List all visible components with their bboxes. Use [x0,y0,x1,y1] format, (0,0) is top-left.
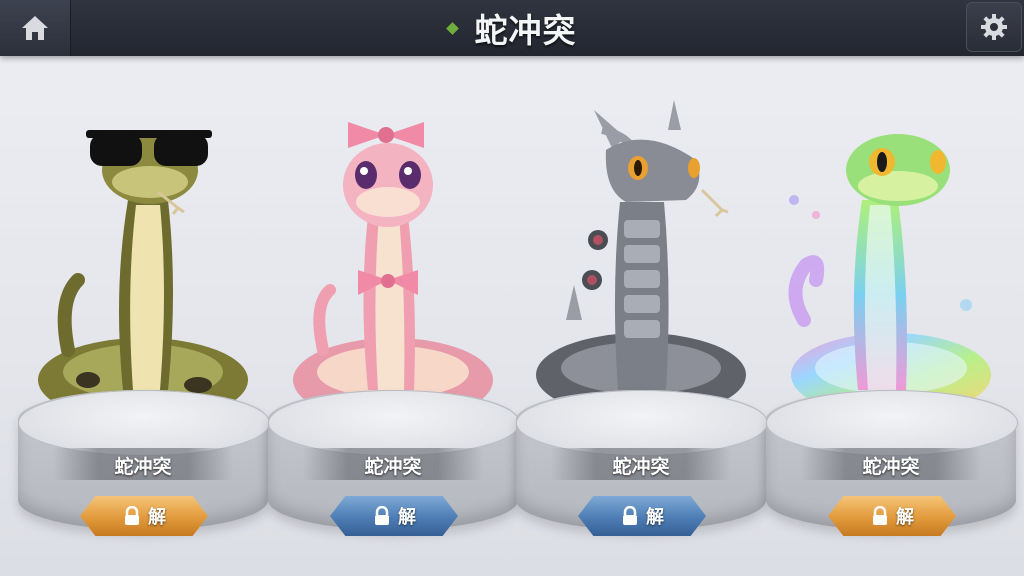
pedestal-top [766,390,1018,456]
snake-card-2[interactable]: 蛇冲突 解 [268,90,520,560]
snake-card-1[interactable]: 蛇冲突 解 [18,90,270,560]
lock-icon [873,506,887,525]
unlock-button[interactable]: 解 [80,496,208,536]
page-title: 蛇冲突 [474,11,577,50]
unlock-button-label: 解 [398,507,416,528]
unlock-button[interactable]: 解 [578,496,706,536]
top-bar: 蛇冲突 [0,0,1024,56]
lock-icon [623,506,637,525]
snake-name: 蛇冲突 [114,456,172,478]
lock-icon [125,506,139,525]
title-diamond-icon [445,21,459,35]
pedestal-top [516,390,768,456]
unlock-button-label: 解 [896,507,914,528]
snake-card-3[interactable]: 蛇冲突 解 [516,90,768,560]
robot-snake-image [536,100,746,417]
pink-snake-image [293,122,493,422]
pedestal-top [268,390,520,456]
unlock-button[interactable]: 解 [330,496,458,536]
snake-name: 蛇冲突 [612,456,670,478]
pedestal-top [18,390,270,456]
unlock-button-label: 解 [646,507,664,528]
python-snake-image [38,130,248,422]
rainbow-snake-image [788,134,991,417]
unlock-button[interactable]: 解 [828,496,956,536]
settings-button[interactable] [966,2,1022,52]
gear-icon [981,14,1007,40]
snake-card-4[interactable]: 蛇冲突 解 [766,90,1018,560]
lock-icon [375,506,389,525]
snake-name: 蛇冲突 [862,456,920,478]
title-area: 蛇冲突 [0,0,1024,56]
snake-name: 蛇冲突 [364,456,422,478]
unlock-button-label: 解 [148,507,166,528]
